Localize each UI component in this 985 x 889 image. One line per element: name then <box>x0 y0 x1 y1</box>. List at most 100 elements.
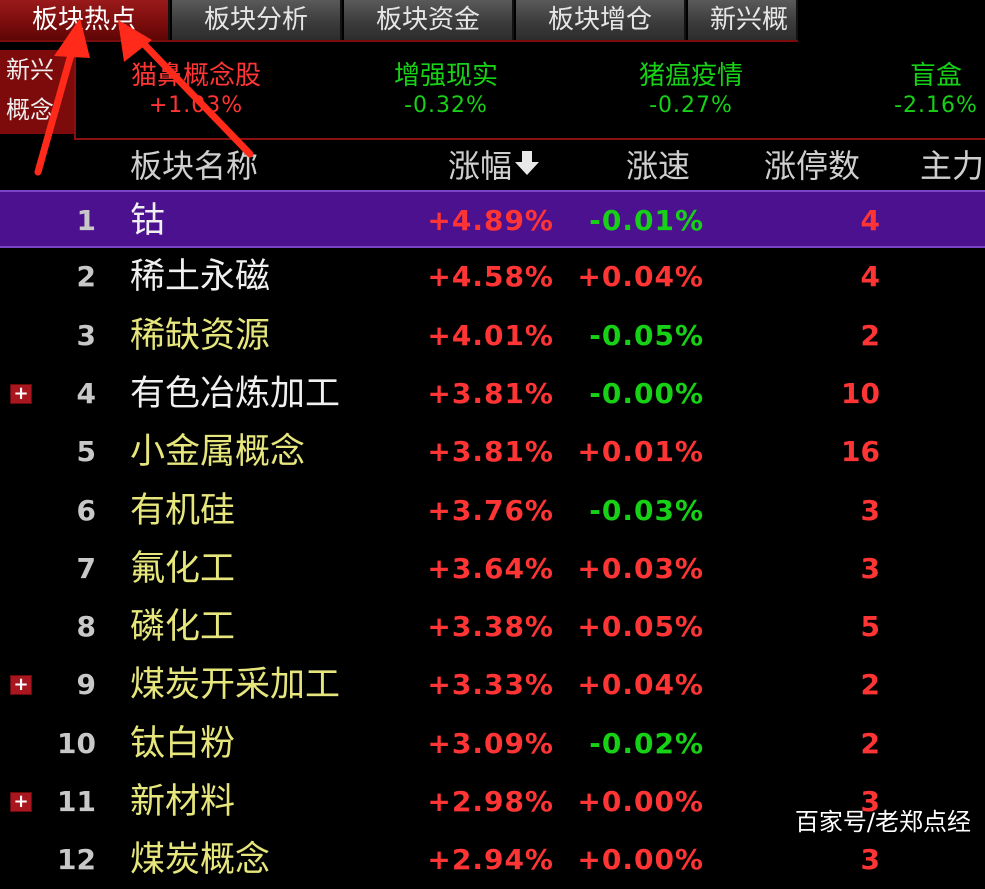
sector-name: 稀缺资源 <box>130 315 271 356</box>
sector-name: 煤炭开采加工 <box>130 665 341 706</box>
row-index: 5 <box>76 435 96 469</box>
limit-up-count: 4 <box>860 260 880 294</box>
table-header: 板块名称 涨幅 涨速 涨停数 主力 <box>0 142 985 190</box>
change-pct: +4.89% <box>427 204 554 237</box>
strip-label-line1: 新兴 <box>6 56 54 84</box>
limit-up-count: 2 <box>860 318 880 352</box>
speed-pct: +0.04% <box>577 260 704 294</box>
limit-up-count: 3 <box>860 843 880 877</box>
tab-sector-funds[interactable]: 板块资金 <box>344 0 514 40</box>
row-index: 7 <box>76 551 96 585</box>
strip-label-line2: 概念 <box>6 96 54 124</box>
hot-concept-item[interactable]: 猫鼻概念股 +1.03% <box>116 60 276 120</box>
col-header-sector-name[interactable]: 板块名称 <box>130 144 258 188</box>
change-pct: +2.94% <box>427 843 554 877</box>
row-index: 4 <box>76 376 96 410</box>
change-pct: +4.58% <box>427 260 554 294</box>
strip-box: 猫鼻概念股 +1.03% 增强现实 -0.32% 猪瘟疫情 -0.27% 盲盒 … <box>74 46 985 140</box>
table-row[interactable]: 10 钛白粉 +3.09% -0.02% 2 <box>0 715 985 773</box>
row-index: 10 <box>57 726 96 760</box>
sector-name: 有色冶炼加工 <box>130 373 341 414</box>
limit-up-count: 3 <box>860 493 880 527</box>
sector-name: 磷化工 <box>130 607 236 648</box>
speed-pct: +0.05% <box>577 610 704 644</box>
speed-pct: +0.03% <box>577 551 704 585</box>
tab-sector-analysis[interactable]: 板块分析 <box>172 0 342 40</box>
table-row[interactable]: 2 稀土永磁 +4.58% +0.04% 4 <box>0 248 985 306</box>
hot-concept-name: 盲盒 <box>909 61 962 91</box>
table-row[interactable]: 5 小金属概念 +3.81% +0.01% 16 <box>0 423 985 481</box>
table-row[interactable]: +4 有色冶炼加工 +3.81% -0.00% 10 <box>0 365 985 423</box>
speed-pct: +0.00% <box>577 785 704 818</box>
speed-pct: +0.04% <box>577 668 704 702</box>
limit-up-count: 2 <box>860 668 880 702</box>
sector-name: 钴 <box>130 201 166 241</box>
row-index: 8 <box>76 610 96 644</box>
table-row[interactable]: 6 有机硅 +3.76% -0.03% 3 <box>0 482 985 540</box>
expand-plus-icon[interactable]: + <box>10 383 32 404</box>
sector-name: 小金属概念 <box>130 432 306 473</box>
sector-name: 钛白粉 <box>130 723 236 764</box>
col-header-speed[interactable]: 涨速 <box>626 144 690 188</box>
col-header-limit-up[interactable]: 涨停数 <box>764 144 860 188</box>
limit-up-count: 2 <box>860 726 880 760</box>
tab-sector-position[interactable]: 板块增仓 <box>516 0 686 40</box>
hot-concept-pct: -0.27% <box>649 93 733 118</box>
watermark: 百家号/老郑点经 <box>794 808 971 836</box>
sector-name: 新材料 <box>130 782 236 822</box>
speed-pct: -0.05% <box>589 318 704 352</box>
strip-label[interactable]: 新兴 概念 <box>0 50 74 134</box>
limit-up-count: 10 <box>841 376 880 410</box>
tab-emerging-concepts[interactable]: 新兴概 <box>688 0 798 40</box>
speed-pct: -0.00% <box>589 376 704 410</box>
col-header-change[interactable]: 涨幅 <box>448 144 540 188</box>
row-index: 2 <box>76 260 96 294</box>
table-row[interactable]: 3 稀缺资源 +4.01% -0.05% 2 <box>0 307 985 365</box>
hot-concept-item[interactable]: 盲盒 -2.16% <box>866 60 985 120</box>
sector-name: 有机硅 <box>130 490 236 531</box>
change-pct: +2.98% <box>427 785 554 818</box>
change-pct: +3.09% <box>427 726 554 760</box>
table-row[interactable]: 8 磷化工 +3.38% +0.05% 5 <box>0 598 985 656</box>
hot-concept-item[interactable]: 猪瘟疫情 -0.27% <box>611 60 771 120</box>
sector-name: 氟化工 <box>130 548 236 589</box>
change-pct: +3.76% <box>427 493 554 527</box>
limit-up-count: 3 <box>860 551 880 585</box>
col-header-change-label: 涨幅 <box>448 147 513 185</box>
row-index: 3 <box>76 318 96 352</box>
limit-up-count: 16 <box>841 435 880 469</box>
col-header-main-force[interactable]: 主力 <box>920 144 984 188</box>
change-pct: +3.33% <box>427 668 554 702</box>
emerging-concepts-strip: 新兴 概念 猫鼻概念股 +1.03% 增强现实 -0.32% 猪瘟疫情 -0.2… <box>0 42 985 140</box>
speed-pct: +0.00% <box>577 843 704 877</box>
sort-down-icon <box>514 144 540 188</box>
expand-plus-icon[interactable]: + <box>10 675 32 696</box>
row-index: 6 <box>76 493 96 527</box>
speed-pct: -0.02% <box>589 726 704 760</box>
row-index: 1 <box>76 204 96 237</box>
hot-concept-name: 猫鼻概念股 <box>130 61 261 91</box>
tab-sector-hotspot[interactable]: 板块热点 <box>0 0 170 40</box>
change-pct: +3.64% <box>427 551 554 585</box>
row-index: 11 <box>57 785 96 818</box>
table-row[interactable]: +9 煤炭开采加工 +3.33% +0.04% 2 <box>0 656 985 714</box>
hot-concept-item[interactable]: 增强现实 -0.32% <box>366 60 526 120</box>
change-pct: +4.01% <box>427 318 554 352</box>
hot-concept-pct: -2.16% <box>894 93 978 118</box>
hot-concept-name: 猪瘟疫情 <box>638 61 743 91</box>
row-index: 12 <box>57 843 96 877</box>
sector-name: 稀土永磁 <box>130 257 271 298</box>
table-row[interactable]: 7 氟化工 +3.64% +0.03% 3 <box>0 540 985 598</box>
table-row-selected[interactable]: 1 钴 +4.89% -0.01% 4 <box>0 190 985 248</box>
change-pct: +3.81% <box>427 435 554 469</box>
change-pct: +3.81% <box>427 376 554 410</box>
table-row[interactable]: 12 煤炭概念 +2.94% +0.00% 3 <box>0 831 985 889</box>
sector-name: 煤炭概念 <box>130 840 271 881</box>
hot-concept-name: 增强现实 <box>393 61 498 91</box>
limit-up-count: 4 <box>860 204 880 237</box>
tab-bar: 板块热点 板块分析 板块资金 板块增仓 新兴概 <box>0 0 798 42</box>
speed-pct: -0.01% <box>589 204 704 237</box>
expand-plus-icon[interactable]: + <box>10 792 32 812</box>
speed-pct: +0.01% <box>577 435 704 469</box>
change-pct: +3.38% <box>427 610 554 644</box>
